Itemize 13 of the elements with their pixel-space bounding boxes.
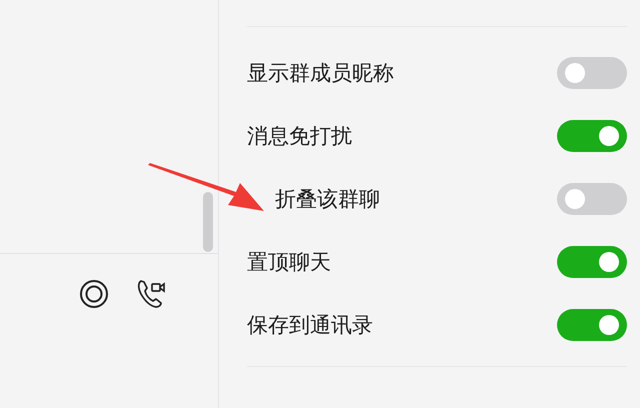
toggle-switch[interactable] [557,182,627,214]
setting-label: 保存到通讯录 [247,312,373,338]
scrollbar[interactable] [203,192,213,252]
setting-label: 消息免打扰 [247,122,352,150]
video-call-icon[interactable] [136,278,168,310]
setting-label: 显示群成员昵称 [247,60,394,86]
record-icon[interactable] [79,279,109,309]
toggle-switch[interactable] [557,120,627,152]
setting-label: 置顶聊天 [247,248,331,276]
toggle-switch[interactable] [557,246,627,278]
setting-label: 折叠该群聊 [275,186,380,212]
toggle-switch[interactable] [557,308,627,340]
toggle-switch[interactable] [557,56,627,88]
